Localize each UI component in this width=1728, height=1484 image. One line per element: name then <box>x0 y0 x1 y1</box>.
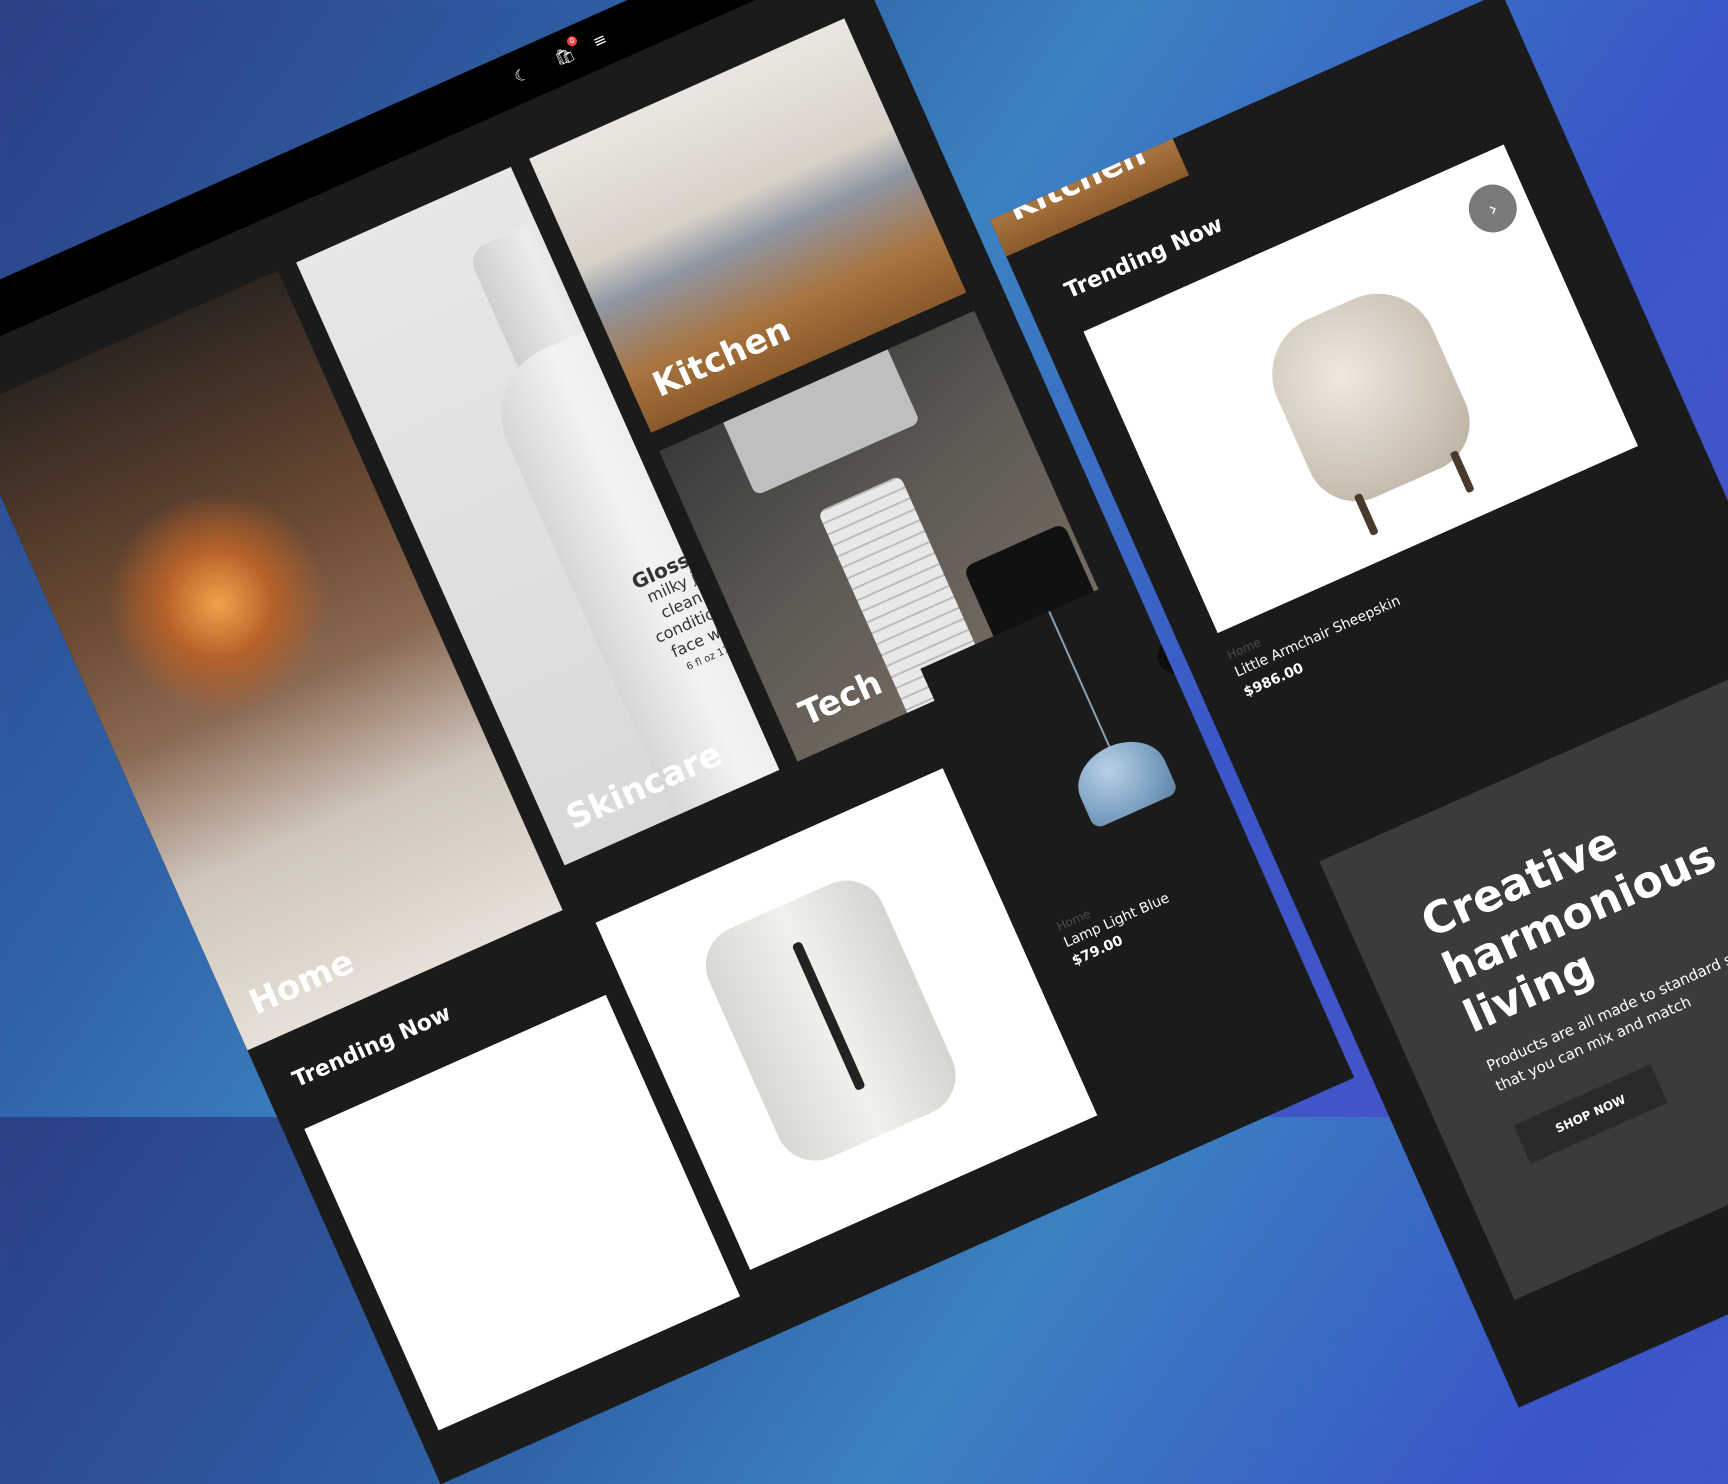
lamp-wire <box>1048 610 1112 749</box>
menu-icon[interactable]: ≡ <box>590 29 610 52</box>
chair-leg <box>1449 449 1475 494</box>
cart-icon[interactable]: 🛍 0 <box>551 34 579 69</box>
armchair-shape <box>1253 274 1486 518</box>
toaster-slot <box>791 940 866 1092</box>
product-card-armchair[interactable]: › <box>1083 144 1638 634</box>
category-label-home: Home <box>243 941 361 1024</box>
carousel-next-button-right[interactable]: › <box>1461 176 1525 241</box>
category-label-kitchen: Kitchen <box>646 309 797 406</box>
moon-icon[interactable]: ☾ <box>511 63 532 86</box>
category-label-kitchen-right: Kitchen <box>1001 133 1152 230</box>
cart-badge: 0 <box>565 34 579 48</box>
category-label-tech: Tech <box>793 662 889 735</box>
promo-banner: Creative harmonious living Products are … <box>1319 649 1728 1300</box>
category-tile-kitchen-right[interactable]: Kitchen <box>990 1 1189 257</box>
lamp-shade <box>1066 728 1179 830</box>
toaster-shape <box>693 867 969 1174</box>
